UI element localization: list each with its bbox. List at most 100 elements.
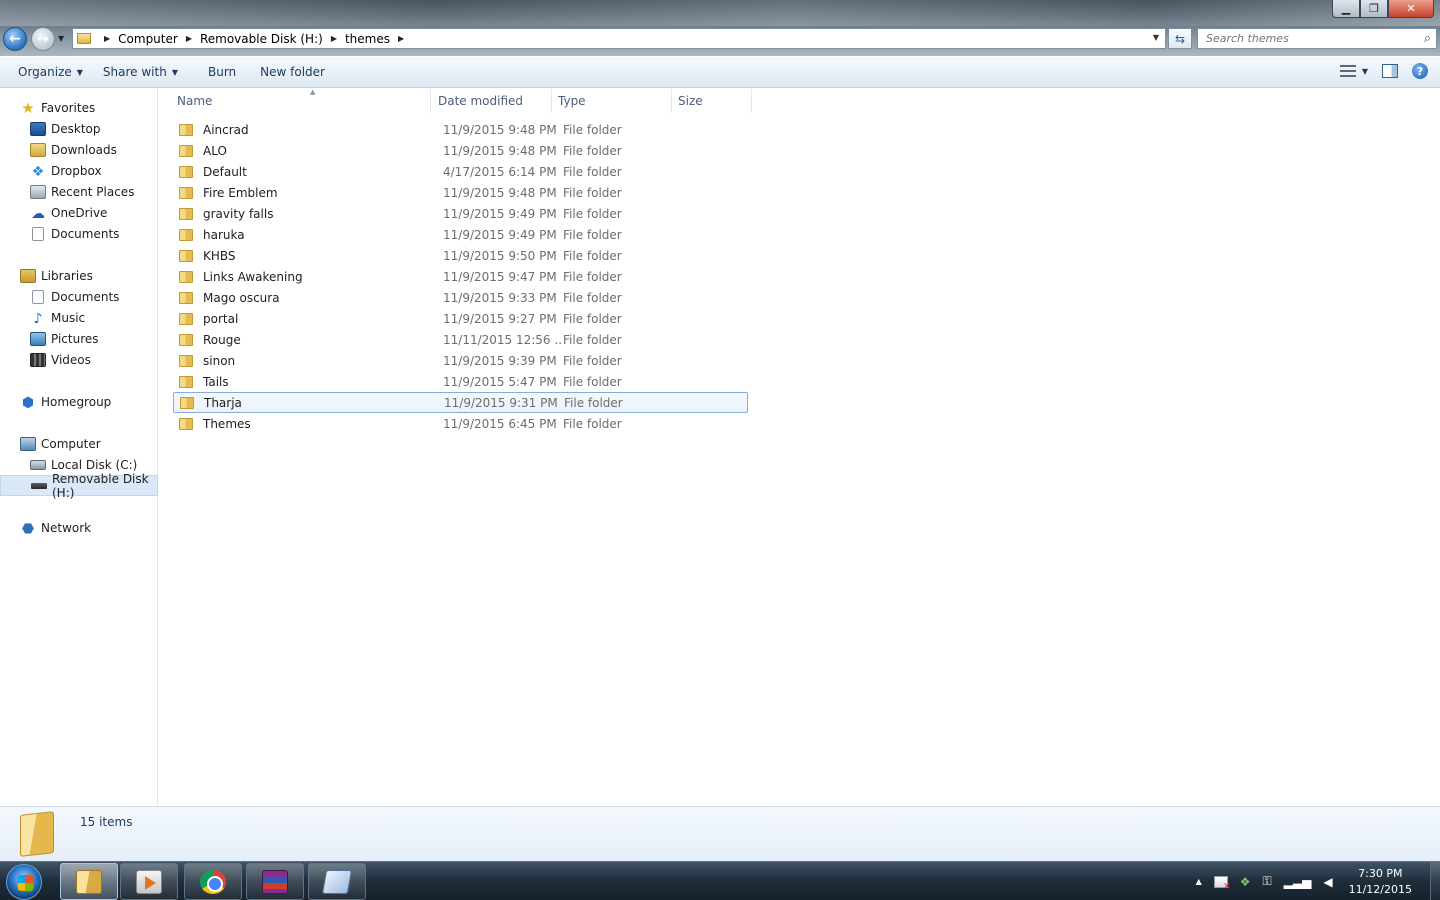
libraries-icon	[20, 268, 36, 283]
file-row[interactable]: Themes 11/9/2015 6:45 PM File folder	[173, 413, 748, 434]
taskbar-media-player[interactable]	[120, 863, 178, 900]
back-button[interactable]: ←	[3, 27, 27, 51]
taskbar-explorer[interactable]	[60, 863, 118, 900]
organize-button[interactable]: Organize ▼	[0, 57, 93, 88]
recent-pages-button[interactable]: ▼	[58, 34, 64, 43]
nav-favorites[interactable]: ★ Favorites	[0, 97, 158, 118]
taskbar-winrar[interactable]	[246, 863, 304, 900]
file-row[interactable]: Mago oscura 11/9/2015 9:33 PM File folder	[173, 287, 748, 308]
folder-icon	[179, 144, 193, 157]
file-list: Name ▲ Date modified Type Size Aincrad 11…	[159, 88, 1440, 806]
clock[interactable]: 7:30 PM 11/12/2015	[1349, 866, 1412, 898]
start-button[interactable]	[6, 864, 42, 900]
file-row[interactable]: gravity falls 11/9/2015 9:49 PM File folde…	[173, 203, 748, 224]
search-input[interactable]	[1198, 32, 1408, 45]
file-row[interactable]: Rouge 11/11/2015 12:56 ... File folder	[173, 329, 748, 350]
show-desktop-button[interactable]	[1430, 862, 1440, 900]
address-bar[interactable]: ▶ Computer ▶ Removable Disk (H:) ▶ theme…	[72, 28, 1166, 49]
file-row[interactable]: Links Awakening 11/9/2015 9:47 PM File fol…	[173, 266, 748, 287]
change-view-icon[interactable]	[1339, 65, 1356, 77]
file-row[interactable]: portal 11/9/2015 9:27 PM File folder	[173, 308, 748, 329]
file-name: ALO	[203, 143, 227, 158]
chevron-down-icon[interactable]: ▼	[1362, 67, 1368, 76]
share-with-button[interactable]: Share with ▼	[93, 57, 188, 88]
signal-bars-icon[interactable]: ▂▃▅	[1284, 875, 1312, 889]
file-date-modified: 11/9/2015 9:48 PM	[443, 122, 557, 137]
document-icon	[32, 289, 44, 304]
chevron-right-icon[interactable]: ▶	[331, 34, 337, 43]
nav-desktop[interactable]: Desktop	[0, 118, 158, 139]
folder-icon	[77, 33, 91, 44]
file-name: Aincrad	[203, 122, 249, 137]
column-header-type[interactable]: Type	[552, 89, 672, 113]
nav-documents-lib[interactable]: Documents	[0, 286, 158, 307]
chevron-right-icon[interactable]: ▶	[398, 34, 404, 43]
file-type: File folder	[563, 206, 622, 221]
file-row[interactable]: haruka 11/9/2015 9:49 PM File folder	[173, 224, 748, 245]
nav-videos[interactable]: Videos	[0, 349, 158, 370]
taskbar-notepad[interactable]	[308, 863, 366, 900]
file-row[interactable]: Tails 11/9/2015 5:47 PM File folder	[173, 371, 748, 392]
file-row[interactable]: Aincrad 11/9/2015 9:48 PM File folder	[173, 119, 748, 140]
title-bar: ▁ ❐ ✕ ← → ▼ ▶ Computer ▶ Removable Disk …	[0, 0, 1440, 56]
breadcrumb-computer[interactable]: Computer	[118, 32, 178, 46]
nav-downloads[interactable]: Downloads	[0, 139, 158, 160]
column-header-date[interactable]: Date modified	[432, 89, 552, 113]
file-name: Default	[203, 164, 247, 179]
folder-icon	[179, 417, 193, 430]
sort-ascending-icon: ▲	[310, 88, 316, 96]
nav-label: OneDrive	[51, 205, 108, 220]
maximize-button[interactable]: ❐	[1360, 0, 1388, 18]
file-row[interactable]: sinon 11/9/2015 9:39 PM File folder	[173, 350, 748, 371]
file-row[interactable]: Tharja 11/9/2015 9:31 PM File folder	[173, 392, 748, 413]
search-icon[interactable]: ⌕	[1424, 31, 1431, 46]
file-row[interactable]: Fire Emblem 11/9/2015 9:48 PM File folder	[173, 182, 748, 203]
nav-label: Homegroup	[41, 394, 112, 409]
dropbox-tray-icon[interactable]: ❖	[1240, 875, 1251, 889]
nav-libraries[interactable]: Libraries	[0, 265, 158, 286]
folder-icon	[179, 165, 193, 178]
nav-removable-disk[interactable]: Removable Disk (H:)	[0, 472, 158, 500]
nav-pictures[interactable]: Pictures	[0, 328, 158, 349]
new-folder-button[interactable]: New folder	[246, 57, 335, 88]
column-header-size[interactable]: Size	[672, 89, 752, 113]
volume-icon[interactable]: ◀	[1323, 875, 1332, 889]
address-dropdown-icon[interactable]: ▼	[1153, 33, 1159, 42]
preview-pane-icon[interactable]	[1382, 64, 1398, 78]
pictures-icon	[30, 331, 46, 346]
show-hidden-icons-icon[interactable]: ▲	[1196, 877, 1202, 886]
folder-icon	[179, 249, 193, 262]
burn-button[interactable]: Burn	[188, 57, 246, 88]
nav-computer[interactable]: Computer	[0, 433, 158, 454]
folder-icon	[179, 291, 193, 304]
file-date-modified: 11/9/2015 9:49 PM	[443, 227, 557, 242]
nav-documents-fav[interactable]: Documents	[0, 223, 158, 244]
file-row[interactable]: Default 4/17/2015 6:14 PM File folder	[173, 161, 748, 182]
close-button[interactable]: ✕	[1388, 0, 1434, 18]
chevron-right-icon[interactable]: ▶	[104, 34, 110, 43]
column-header-name[interactable]: Name ▲	[171, 88, 431, 113]
nav-onedrive[interactable]: ☁ OneDrive	[0, 202, 158, 223]
breadcrumb-themes[interactable]: themes	[345, 32, 390, 46]
chevron-right-icon[interactable]: ▶	[186, 34, 192, 43]
search-box[interactable]: ⌕	[1197, 28, 1437, 49]
device-tray-icon[interactable]: ⚿	[1263, 874, 1272, 889]
nav-label: Downloads	[51, 142, 117, 157]
nav-label: Desktop	[51, 121, 101, 136]
nav-homegroup[interactable]: ⬢ Homegroup	[0, 391, 158, 412]
nav-dropbox[interactable]: ❖ Dropbox	[0, 160, 158, 181]
taskbar-chrome[interactable]	[184, 863, 242, 900]
file-row[interactable]: ALO 11/9/2015 9:48 PM File folder	[173, 140, 748, 161]
breadcrumb-removable-disk[interactable]: Removable Disk (H:)	[200, 32, 323, 46]
nav-music[interactable]: ♪ Music	[0, 307, 158, 328]
nav-recent-places[interactable]: Recent Places	[0, 181, 158, 202]
nav-network[interactable]: ⬣ Network	[0, 517, 158, 538]
refresh-button[interactable]: ⇆	[1168, 28, 1192, 49]
help-icon[interactable]: ?	[1412, 63, 1428, 79]
share-with-label: Share with	[102, 65, 167, 79]
file-row[interactable]: KHBS 11/9/2015 9:50 PM File folder	[173, 245, 748, 266]
desktop-icon	[30, 121, 46, 136]
forward-button[interactable]: →	[31, 27, 55, 51]
minimize-button[interactable]: ▁	[1332, 0, 1360, 18]
action-center-flag-icon[interactable]	[1213, 875, 1231, 892]
